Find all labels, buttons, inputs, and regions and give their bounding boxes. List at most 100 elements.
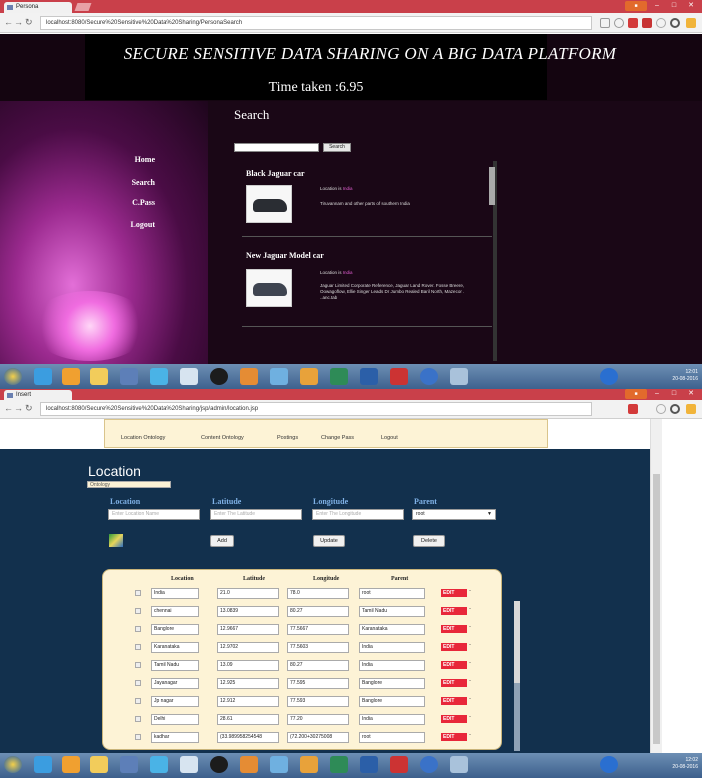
powerpoint-icon[interactable] bbox=[390, 756, 408, 773]
user-profile-button[interactable]: ■ bbox=[625, 1, 647, 11]
system-clock[interactable]: 12:01 20-08-2016 bbox=[672, 369, 698, 383]
edit-button[interactable]: EDIT bbox=[441, 625, 467, 633]
user-profile-button[interactable]: ■ bbox=[625, 389, 647, 399]
new-tab-button[interactable] bbox=[74, 3, 92, 11]
latitude-input[interactable]: Enter The Latitude bbox=[210, 509, 302, 520]
close-button[interactable]: ✕ bbox=[684, 389, 698, 399]
chrome-icon[interactable] bbox=[330, 756, 348, 773]
chrome-icon[interactable] bbox=[670, 404, 680, 414]
edit-button[interactable]: EDIT bbox=[441, 697, 467, 705]
map-icon[interactable] bbox=[109, 534, 123, 547]
edit-button[interactable]: EDIT bbox=[441, 607, 467, 615]
ie-icon[interactable] bbox=[34, 368, 52, 385]
help-icon[interactable] bbox=[600, 368, 618, 385]
menu-item-location-ontology[interactable]: Location Ontology bbox=[121, 435, 165, 441]
app-icon[interactable] bbox=[450, 756, 468, 773]
extension-icon[interactable] bbox=[642, 18, 652, 28]
sidebar-item-cpass[interactable]: C.Pass bbox=[132, 198, 155, 207]
chrome-icon[interactable] bbox=[670, 18, 680, 28]
row-checkbox[interactable] bbox=[135, 662, 141, 668]
maximize-button[interactable]: □ bbox=[667, 389, 681, 399]
table-row[interactable]: kadhar (33.989958254548 (72.200+30275008 ro… bbox=[133, 731, 473, 744]
row-checkbox[interactable] bbox=[135, 608, 141, 614]
url-input[interactable]: localhost:8080/Secure%20Sensitive%20Data… bbox=[40, 16, 592, 30]
table-row[interactable]: Jp nagar 12.912 77.593 Banglore EDIT - bbox=[133, 695, 473, 708]
app-icon[interactable] bbox=[210, 756, 228, 773]
url-input[interactable]: localhost:8080/Secure%20Sensitive%20Data… bbox=[40, 402, 592, 416]
app-icon[interactable] bbox=[420, 756, 438, 773]
app-icon[interactable] bbox=[210, 368, 228, 385]
page-scrollbar[interactable] bbox=[650, 419, 662, 753]
reload-icon[interactable]: ↻ bbox=[25, 403, 33, 414]
longitude-input[interactable]: Enter The Longitude bbox=[312, 509, 404, 520]
browser-tab[interactable]: Insert bbox=[4, 390, 72, 400]
start-button[interactable] bbox=[4, 368, 22, 385]
result-title[interactable]: Black Jaguar car bbox=[246, 169, 305, 178]
app-icon[interactable] bbox=[270, 756, 288, 773]
search-input[interactable] bbox=[234, 143, 319, 152]
app-icon[interactable] bbox=[180, 756, 198, 773]
extension-icon[interactable] bbox=[628, 404, 638, 414]
table-row[interactable]: India 21.0 78.0 root EDIT - bbox=[133, 587, 473, 600]
edit-button[interactable]: EDIT bbox=[441, 679, 467, 687]
scrollbar-thumb[interactable] bbox=[514, 601, 520, 683]
menu-item-change-pass[interactable]: Change Pass bbox=[321, 435, 354, 441]
table-row[interactable]: Delhi 28.61 77.20 India EDIT - bbox=[133, 713, 473, 726]
edit-button[interactable]: EDIT bbox=[441, 733, 467, 741]
edit-button[interactable]: EDIT bbox=[441, 643, 467, 651]
row-checkbox[interactable] bbox=[135, 734, 141, 740]
help-icon[interactable] bbox=[600, 756, 618, 773]
word-icon[interactable] bbox=[360, 756, 378, 773]
row-checkbox[interactable] bbox=[135, 590, 141, 596]
system-clock[interactable]: 12:02 20-08-2016 bbox=[672, 757, 698, 771]
minimize-button[interactable]: – bbox=[650, 389, 664, 399]
result-title[interactable]: New Jaguar Model car bbox=[246, 251, 324, 260]
edit-button[interactable]: EDIT bbox=[441, 589, 467, 597]
ontology-field[interactable]: Ontology bbox=[87, 481, 171, 488]
translate-icon[interactable] bbox=[614, 18, 624, 28]
app-icon[interactable] bbox=[450, 368, 468, 385]
parent-select[interactable]: root ▼ bbox=[412, 509, 496, 520]
app-icon[interactable] bbox=[150, 756, 168, 773]
menu-item-logout[interactable]: Logout bbox=[381, 435, 398, 441]
forward-icon[interactable]: → bbox=[14, 403, 23, 413]
menu-icon[interactable] bbox=[686, 404, 696, 414]
scrollbar-thumb[interactable] bbox=[653, 474, 660, 744]
table-row[interactable]: chennai 13.0839 80.27 Tamil Nadu EDIT - bbox=[133, 605, 473, 618]
location-input[interactable]: Enter Location Name bbox=[108, 509, 200, 520]
app-icon[interactable] bbox=[420, 368, 438, 385]
app-icon[interactable] bbox=[270, 368, 288, 385]
add-button[interactable]: Add bbox=[210, 535, 234, 547]
row-checkbox[interactable] bbox=[135, 698, 141, 704]
results-scrollbar[interactable] bbox=[489, 167, 495, 205]
minimize-button[interactable]: – bbox=[650, 1, 664, 11]
folder-icon[interactable] bbox=[90, 368, 108, 385]
app-icon[interactable] bbox=[120, 756, 138, 773]
sidebar-item-logout[interactable]: Logout bbox=[131, 220, 155, 229]
media-icon[interactable] bbox=[62, 756, 80, 773]
app-icon[interactable] bbox=[240, 756, 258, 773]
extension-icon[interactable] bbox=[628, 18, 638, 28]
row-checkbox[interactable] bbox=[135, 680, 141, 686]
back-icon[interactable]: ← bbox=[4, 403, 13, 413]
table-row[interactable]: Jayanagar 12.925 77.595 Banglore EDIT - bbox=[133, 677, 473, 690]
back-icon[interactable]: ← bbox=[4, 17, 13, 27]
start-button[interactable] bbox=[4, 756, 22, 773]
menu-item-content-ontology[interactable]: Content Ontology bbox=[201, 435, 244, 441]
java-icon[interactable] bbox=[300, 756, 318, 773]
app-icon[interactable] bbox=[240, 368, 258, 385]
update-button[interactable]: Update bbox=[313, 535, 345, 547]
app-icon[interactable] bbox=[180, 368, 198, 385]
table-row[interactable]: Tamil Nadu 13.09 80.27 India EDIT - bbox=[133, 659, 473, 672]
word-icon[interactable] bbox=[360, 368, 378, 385]
forward-icon[interactable]: → bbox=[14, 17, 23, 27]
app-icon[interactable] bbox=[150, 368, 168, 385]
row-checkbox[interactable] bbox=[135, 716, 141, 722]
sidebar-item-search[interactable]: Search bbox=[132, 178, 155, 187]
chrome-icon[interactable] bbox=[330, 368, 348, 385]
reload-icon[interactable]: ↻ bbox=[25, 17, 33, 28]
app-icon[interactable] bbox=[120, 368, 138, 385]
ie-icon[interactable] bbox=[34, 756, 52, 773]
row-checkbox[interactable] bbox=[135, 626, 141, 632]
menu-icon[interactable] bbox=[686, 18, 696, 28]
